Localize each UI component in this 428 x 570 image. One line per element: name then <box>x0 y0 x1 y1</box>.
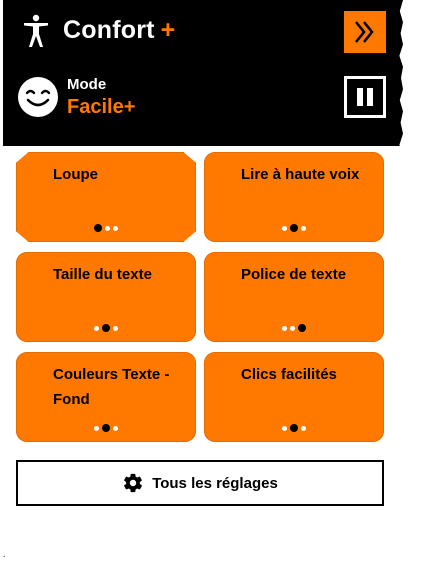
tile-label: Lire à haute voix <box>241 166 360 183</box>
tile-dots <box>282 424 306 432</box>
page-indicator-dot-active <box>94 224 102 232</box>
double-chevron-right-icon <box>354 21 374 43</box>
tile-clics-facilites[interactable]: Clics facilités <box>204 352 384 442</box>
all-settings-label: Tous les réglages <box>152 474 278 492</box>
mode-label: Mode <box>67 76 107 93</box>
panel-title-plus: + <box>160 16 176 44</box>
panel-header: Confort + Mode Facile+ <box>3 0 403 146</box>
page-indicator-dot-active <box>298 324 306 332</box>
panel-title-text: Confort <box>63 16 155 44</box>
page-indicator-dot <box>301 225 306 231</box>
page-indicator-dot <box>282 425 287 431</box>
gear-icon <box>124 473 143 493</box>
page-indicator-dot <box>113 325 118 331</box>
tile-taille-du-texte[interactable]: Taille du texte <box>16 252 196 342</box>
tile-label: Loupe <box>53 166 98 183</box>
expand-button[interactable] <box>344 11 386 53</box>
page-indicator-dot <box>113 425 118 431</box>
page-indicator-dot <box>113 225 118 231</box>
page-indicator-dot <box>105 225 110 231</box>
tile-dots <box>282 324 306 332</box>
tile-label: Taille du texte <box>53 266 152 283</box>
smiley-face-icon <box>18 77 58 117</box>
page-indicator-dot-active <box>102 324 110 332</box>
tile-loupe[interactable]: Loupe <box>16 152 196 242</box>
page-indicator-dot-active <box>290 424 298 432</box>
tile-dots <box>94 224 118 232</box>
tile-dots <box>94 324 118 332</box>
page-indicator-dot <box>282 325 287 331</box>
page-indicator-dot <box>94 325 99 331</box>
pause-icon <box>355 88 375 106</box>
tile-couleurs-texte-fond[interactable]: Couleurs Texte - Fond <box>16 352 196 442</box>
tile-police-de-texte[interactable]: Police de texte <box>204 252 384 342</box>
tile-label: Couleurs Texte - Fond <box>53 366 170 408</box>
page-indicator-dot-active <box>290 224 298 232</box>
all-settings-button[interactable]: Tous les réglages <box>16 460 384 506</box>
page-indicator-dot-active <box>102 424 110 432</box>
page-indicator-dot <box>94 425 99 431</box>
mode-value: Facile+ <box>67 96 136 118</box>
tile-lire-a-haute-voix[interactable]: Lire à haute voix <box>204 152 384 242</box>
tile-dots <box>282 224 306 232</box>
tile-dots <box>94 424 118 432</box>
pause-button[interactable] <box>344 76 386 118</box>
page-indicator-dot <box>301 425 306 431</box>
tile-label: Police de texte <box>241 266 347 283</box>
accessibility-person-icon <box>24 14 48 47</box>
tile-label: Clics facilités <box>241 366 337 383</box>
page-indicator-dot <box>290 325 295 331</box>
page-indicator-dot <box>282 225 287 231</box>
confort-panel: Confort + Mode Facile+ Loupe Lire à haute… <box>3 0 403 557</box>
panel-title: Confort + <box>63 16 175 45</box>
